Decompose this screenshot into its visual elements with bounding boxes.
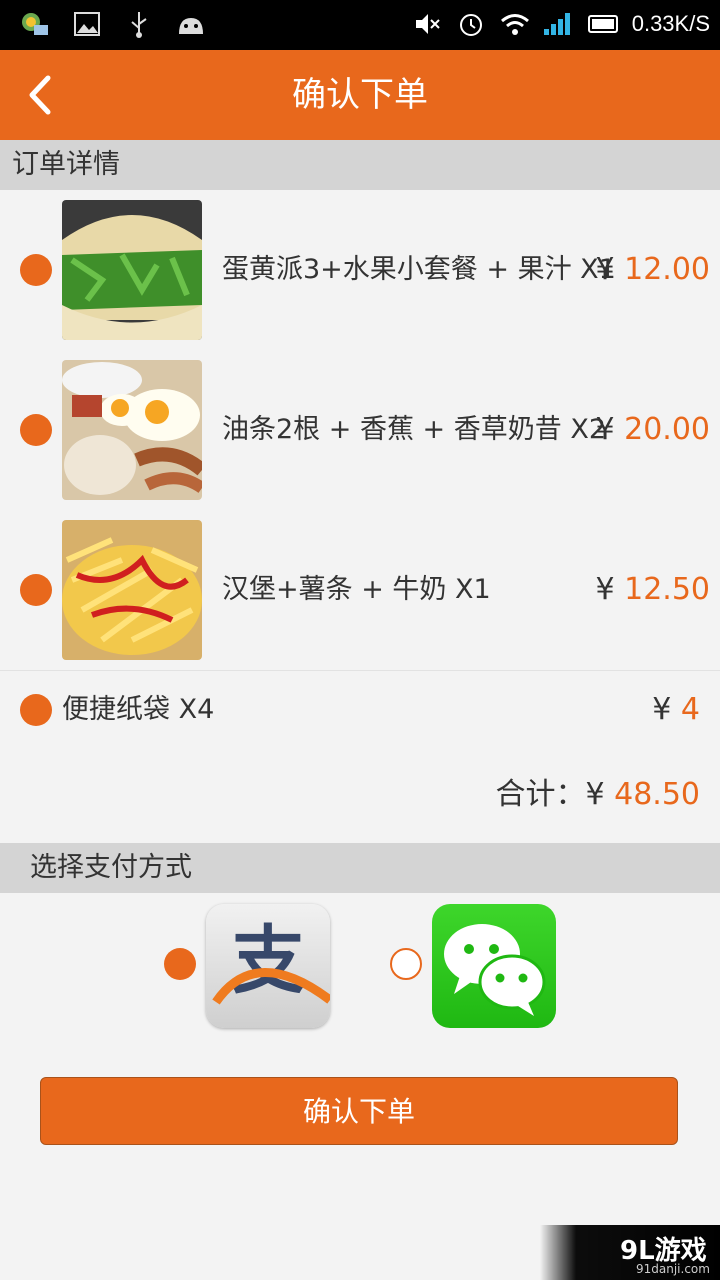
- item-price: ¥ 20.00: [595, 412, 710, 447]
- network-speed: 0.33K/S: [631, 11, 710, 36]
- order-details-header: 订单详情: [0, 140, 720, 190]
- usb-icon: [124, 10, 154, 38]
- item-price: ¥ 12.00: [595, 252, 710, 287]
- alipay-icon[interactable]: 支: [206, 904, 330, 1028]
- mute-icon: [412, 10, 442, 38]
- bag-price: ¥ 4: [652, 692, 700, 727]
- item-name: 汉堡+薯条 + 牛奶 X1: [222, 574, 491, 605]
- order-item[interactable]: 蛋黄派3+水果小套餐 + 果汁 X1 ¥ 12.00: [0, 190, 720, 351]
- status-bar: 0.33K/S: [0, 0, 720, 50]
- bag-select-dot[interactable]: [20, 694, 52, 726]
- battery-icon: [587, 10, 618, 38]
- item-name: 油条2根 + 香蕉 + 香草奶昔 X2: [222, 414, 607, 445]
- order-total: 合计：¥ 48.50: [495, 777, 700, 812]
- alarm-icon: [456, 10, 486, 38]
- wifi-icon: [500, 10, 530, 38]
- back-button[interactable]: [22, 72, 62, 118]
- confirm-order-button[interactable]: 确认下单: [40, 1077, 678, 1145]
- chevron-left-icon: [29, 75, 51, 115]
- item-name: 蛋黄派3+水果小套餐 + 果汁 X1: [222, 254, 616, 285]
- notification-app-icon: [20, 10, 50, 38]
- payment-method-header: 选择支付方式: [0, 843, 720, 893]
- bag-name: 便捷纸袋 X4: [62, 694, 215, 725]
- top-bar: 确认下单: [0, 50, 720, 140]
- image-icon: [72, 10, 102, 38]
- wechat-icon[interactable]: [432, 904, 556, 1028]
- signal-icon: [543, 10, 574, 38]
- food-image-crepe: [62, 200, 202, 340]
- food-image-breakfast: [62, 360, 202, 500]
- alipay-glyph: 支: [231, 918, 305, 1004]
- alipay-radio[interactable]: [164, 948, 196, 980]
- bag-row[interactable]: 便捷纸袋 X4 ¥ 4: [0, 670, 720, 750]
- android-debug-icon: [176, 10, 206, 38]
- page-title: 确认下单: [292, 75, 428, 115]
- food-image-fries: [62, 520, 202, 660]
- item-select-dot[interactable]: [20, 414, 52, 446]
- wechat-radio[interactable]: [390, 948, 422, 980]
- order-item[interactable]: 汉堡+薯条 + 牛奶 X1 ¥ 12.50: [0, 510, 720, 671]
- watermark-site: 91danji.com: [636, 1262, 710, 1276]
- order-item[interactable]: 油条2根 + 香蕉 + 香草奶昔 X2 ¥ 20.00: [0, 350, 720, 511]
- total-value: 48.50: [614, 777, 700, 812]
- item-select-dot[interactable]: [20, 574, 52, 606]
- item-price: ¥ 12.50: [595, 572, 710, 607]
- item-select-dot[interactable]: [20, 254, 52, 286]
- total-label: 合计：: [495, 777, 586, 812]
